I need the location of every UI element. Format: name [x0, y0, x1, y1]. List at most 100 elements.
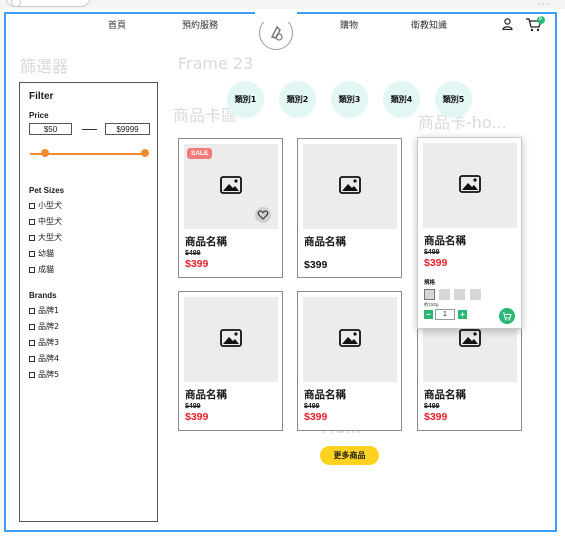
filter-title: Filter	[29, 91, 54, 102]
price-slider-max-handle[interactable]	[141, 149, 149, 157]
brand-option[interactable]: 品牌5	[29, 369, 59, 379]
image-placeholder-icon	[459, 175, 481, 193]
image-placeholder-icon	[339, 176, 361, 194]
product-name: 商品名稱	[424, 235, 466, 247]
sale-badge: SALE	[187, 148, 213, 159]
price-label: Price	[29, 111, 49, 120]
image-placeholder-icon	[459, 329, 481, 347]
pet-size-option[interactable]: 小型犬	[29, 200, 62, 210]
brand-label: 品牌1	[38, 306, 60, 315]
brand-option[interactable]: 品牌4	[29, 353, 59, 363]
product-name: 商品名稱	[304, 389, 346, 401]
product-original-price: $499	[185, 250, 201, 257]
brand-label: 品牌2	[38, 322, 60, 331]
product-sale-price: $399	[304, 411, 328, 423]
pet-size-label: 小型犬	[38, 201, 62, 210]
add-to-cart-icon	[503, 312, 512, 321]
product-card[interactable]: 商品名稱 $499 $399	[297, 291, 402, 431]
favorite-button[interactable]	[255, 207, 271, 223]
product-card[interactable]: 商品名稱 $499 $399	[178, 291, 283, 431]
product-sale-price: $399	[185, 258, 209, 270]
more-products-button[interactable]: 更多商品	[320, 446, 379, 465]
price-max-input[interactable]: $9999	[105, 123, 150, 135]
product-price: $399	[304, 259, 328, 271]
product-name: 商品名稱	[424, 389, 466, 401]
product-name: 商品名稱	[185, 389, 227, 401]
brand-option[interactable]: 品牌1	[29, 305, 59, 315]
brand-option[interactable]: 品牌3	[29, 337, 59, 347]
product-original-price: $499	[424, 249, 440, 256]
nav-booking[interactable]: 預約服務	[182, 18, 218, 31]
spec-option[interactable]	[439, 289, 450, 300]
product-image	[184, 297, 278, 382]
spec-value: 約150g	[424, 302, 439, 307]
nav-shop[interactable]: 購物	[340, 18, 358, 31]
product-image	[303, 297, 397, 382]
checkbox[interactable]	[29, 251, 35, 257]
product-card[interactable]: SALE 商品名稱 $499 $399	[178, 138, 283, 278]
pet-size-label: 幼貓	[38, 249, 54, 258]
brand-label: 品牌4	[38, 354, 60, 363]
brands-label: Brands	[29, 291, 57, 300]
product-name: 商品名稱	[304, 236, 346, 248]
spec-option[interactable]	[454, 289, 465, 300]
category-chip[interactable]: 類別4	[383, 81, 420, 118]
brand-label: 品牌5	[38, 370, 60, 379]
price-slider-min-handle[interactable]	[41, 149, 49, 157]
category-chip[interactable]: 類別5	[435, 81, 472, 118]
spec-label: 規格	[424, 280, 436, 286]
checkbox[interactable]	[29, 324, 35, 330]
product-name: 商品名稱	[185, 236, 227, 248]
user-icon[interactable]	[502, 17, 513, 35]
pet-size-label: 成貓	[38, 265, 54, 274]
product-original-price: $499	[185, 403, 201, 410]
pet-size-option[interactable]: 大型犬	[29, 232, 62, 242]
checkbox[interactable]	[29, 219, 35, 225]
product-image	[303, 144, 397, 229]
checkbox[interactable]	[29, 267, 35, 273]
heart-icon	[257, 210, 269, 220]
product-card-hover[interactable]: 商品名稱 $499 $399 規格 約150g − 1 +	[417, 137, 522, 329]
checkbox[interactable]	[29, 372, 35, 378]
category-chip[interactable]: 類別1	[227, 81, 264, 118]
spec-option-selected[interactable]	[424, 289, 435, 300]
checkbox[interactable]	[29, 308, 35, 314]
image-placeholder-icon	[220, 329, 242, 347]
nav-education[interactable]: 衛教知識	[411, 18, 447, 31]
cart-badge-count: 0	[539, 16, 542, 22]
pet-size-label: 中型犬	[38, 217, 62, 226]
quantity-decrease-button[interactable]: −	[424, 310, 433, 319]
pet-size-label: 大型犬	[38, 233, 62, 242]
brand-label: 品牌3	[38, 338, 60, 347]
spec-option[interactable]	[470, 289, 481, 300]
brand-option[interactable]: 品牌2	[29, 321, 59, 331]
checkbox[interactable]	[29, 340, 35, 346]
product-sale-price: $399	[424, 411, 448, 423]
category-chip[interactable]: 類別3	[331, 81, 368, 118]
canvas-toolbar-pill	[6, 0, 90, 7]
filter-panel: Filter Price $50 $9999 Pet Sizes 小型犬 中型犬…	[19, 82, 158, 522]
checkbox[interactable]	[29, 356, 35, 362]
more-options-icon: …	[536, 0, 551, 8]
pet-sizes-label: Pet Sizes	[29, 186, 65, 195]
product-image	[423, 143, 517, 228]
quantity-input[interactable]: 1	[435, 309, 455, 320]
category-chip[interactable]: 類別2	[279, 81, 316, 118]
add-to-cart-button[interactable]	[499, 308, 515, 324]
product-card[interactable]: 商品名稱 $399	[297, 138, 402, 278]
pet-size-option[interactable]: 成貓	[29, 264, 54, 274]
cart-icon[interactable]: 0	[525, 16, 545, 37]
image-placeholder-icon	[220, 176, 242, 194]
pet-size-option[interactable]: 幼貓	[29, 248, 54, 258]
image-placeholder-icon	[339, 329, 361, 347]
price-range-dash	[82, 129, 97, 130]
checkbox[interactable]	[29, 203, 35, 209]
nav-home[interactable]: 首頁	[108, 18, 126, 31]
product-sale-price: $399	[185, 411, 209, 423]
pet-size-option[interactable]: 中型犬	[29, 216, 62, 226]
logo-top-mask	[255, 12, 297, 22]
price-min-input[interactable]: $50	[29, 123, 72, 135]
quantity-increase-button[interactable]: +	[458, 310, 467, 319]
product-sale-price: $399	[424, 257, 448, 269]
checkbox[interactable]	[29, 235, 35, 241]
